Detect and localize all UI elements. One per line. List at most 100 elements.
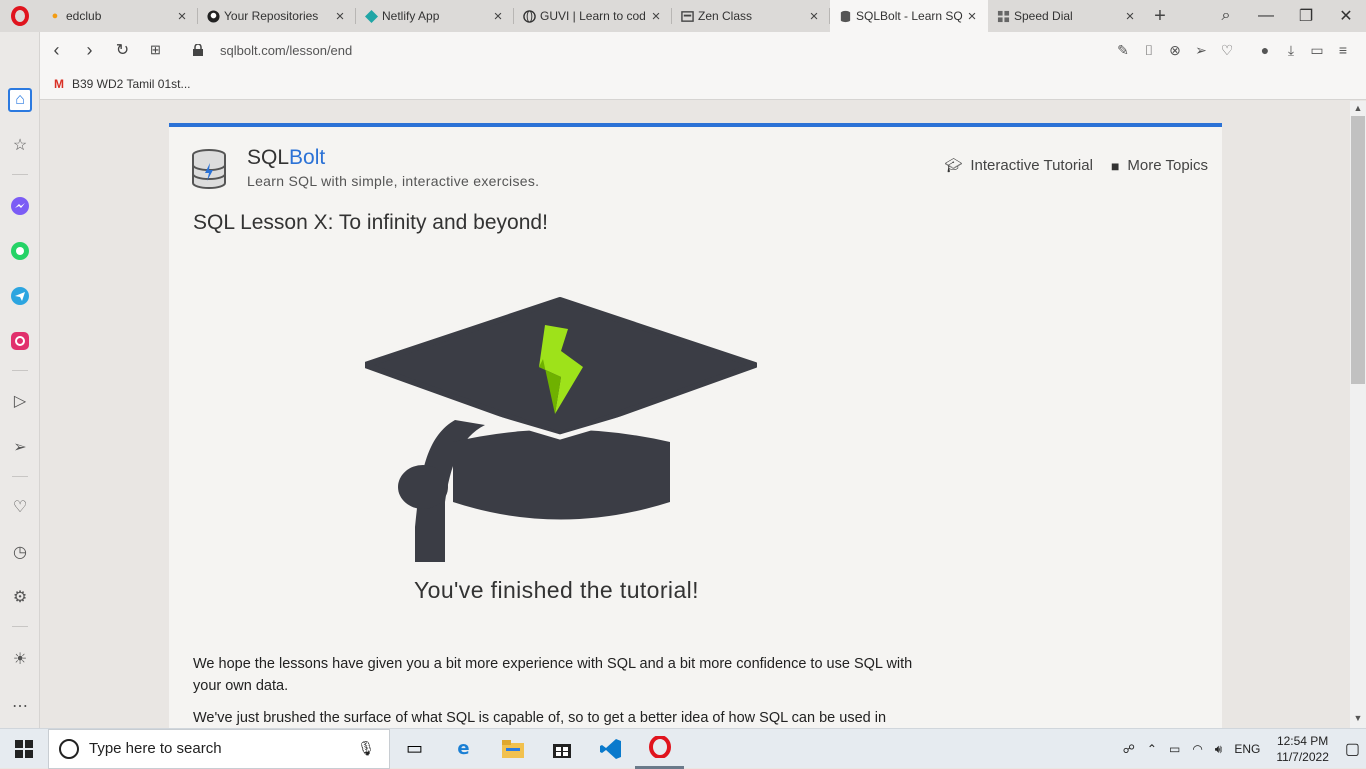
tab-guvi[interactable]: GUVI | Learn to cod × <box>514 0 672 32</box>
tab-title: Speed Dial <box>1014 9 1073 23</box>
whatsapp-icon[interactable] <box>8 239 32 263</box>
clock[interactable]: 12:54 PM 11/7/2022 <box>1276 733 1329 765</box>
microphone-icon[interactable]: 🎙︎ <box>357 740 375 757</box>
page-title: SQL Lesson X: To infinity and beyond! <box>193 211 548 234</box>
windows-taskbar: Type here to search 🎙︎ ▭ e ☍ ⌃ ▭ ◠ 🔊︎ EN… <box>0 728 1366 769</box>
close-tab-icon[interactable]: × <box>174 8 190 25</box>
bookmark-item[interactable]: B39 WD2 Tamil 01st... <box>72 77 191 91</box>
more-icon[interactable]: ⋯ <box>8 694 32 718</box>
taskbar-search-field[interactable]: Type here to search 🎙︎ <box>48 728 390 769</box>
graduation-cap-illustration <box>365 297 757 562</box>
edclub-icon: ● <box>51 10 59 22</box>
tab-edclub[interactable]: ● edclub × <box>40 0 198 32</box>
scroll-down-arrow[interactable]: ▼ <box>1350 713 1366 727</box>
paragraph: We hope the lessons have given you a bit… <box>193 656 913 694</box>
language-indicator[interactable]: ENG <box>1234 742 1260 756</box>
close-tab-icon[interactable]: × <box>806 8 822 25</box>
paragraph: We've just brushed the surface of what S… <box>193 710 887 726</box>
lesson-card: SQLBolt Learn SQL with simple, interacti… <box>169 123 1222 728</box>
opera-taskbar-icon[interactable] <box>635 729 684 769</box>
star-icon[interactable]: ☆ <box>8 133 32 157</box>
site-tagline: Learn SQL with simple, interactive exerc… <box>247 173 540 189</box>
system-tray: ☍ ⌃ ▭ ◠ 🔊︎ ENG 12:54 PM 11/7/2022 ▢ <box>1117 729 1366 769</box>
send-icon[interactable]: ➢ <box>8 435 32 459</box>
heart-icon[interactable]: ♡ <box>1214 42 1240 59</box>
netlify-icon <box>364 9 378 23</box>
forward-button[interactable]: › <box>73 40 106 61</box>
profile-icon[interactable]: ● <box>1252 42 1278 58</box>
url-field[interactable]: sqlbolt.com/lesson/end <box>192 43 1110 58</box>
tab-netlify[interactable]: Netlify App × <box>356 0 514 32</box>
address-bar-actions: ✎ ⌷ ⊗ ➢ ♡ ● ⤓ ▭ ≡ <box>1110 42 1356 59</box>
page-scrollbar[interactable]: ▲ ▼ <box>1350 101 1366 728</box>
close-tab-icon[interactable]: × <box>964 8 980 25</box>
show-hidden-icons[interactable]: ⌃ <box>1147 742 1157 756</box>
tab-speed-dial[interactable]: Speed Dial × <box>988 0 1146 32</box>
bookmarks-bar: M B39 WD2 Tamil 01st... <box>40 68 1366 100</box>
tab-title: edclub <box>66 9 102 23</box>
close-tab-icon[interactable]: × <box>332 8 348 25</box>
opera-menu-icon[interactable] <box>0 0 40 32</box>
tabs-grid-icon[interactable]: ⊞ <box>139 42 172 58</box>
send-icon[interactable]: ➢ <box>1188 42 1214 59</box>
download-icon[interactable]: ⤓ <box>1278 42 1304 59</box>
tab-title: GUVI | Learn to cod <box>540 9 646 23</box>
tab-title: Netlify App <box>382 9 440 23</box>
site-brand[interactable]: SQLBolt <box>247 146 325 170</box>
tab-your-repositories[interactable]: Your Repositories × <box>198 0 356 32</box>
easy-setup-icon[interactable]: ≡ <box>1330 42 1356 58</box>
search-tabs-icon[interactable]: ⌕ <box>1206 7 1246 25</box>
tab-zen-class[interactable]: Zen Class × <box>672 0 830 32</box>
battery-icon[interactable]: ▭ <box>1169 742 1180 756</box>
vscode-icon[interactable] <box>586 729 635 769</box>
messenger-icon[interactable] <box>8 194 32 218</box>
nav-more-topics[interactable]: ■ More Topics <box>1111 157 1208 174</box>
tab-sqlbolt[interactable]: SQLBolt - Learn SQ × <box>830 0 988 32</box>
scroll-up-arrow[interactable]: ▲ <box>1350 103 1366 117</box>
volume-icon[interactable]: 🔊︎ <box>1215 742 1223 757</box>
tab-title: Your Repositories <box>224 9 319 23</box>
home-icon[interactable]: ⌂ <box>8 88 32 112</box>
telegram-icon[interactable] <box>8 284 32 308</box>
close-tab-icon[interactable]: × <box>1122 8 1138 25</box>
instagram-icon[interactable] <box>8 329 32 353</box>
history-icon[interactable]: ◷ <box>8 540 32 564</box>
search-placeholder: Type here to search <box>89 740 222 757</box>
reload-button[interactable]: ↻ <box>106 40 139 60</box>
close-window-button[interactable]: ✕ <box>1326 6 1366 26</box>
notifications-icon[interactable]: ▢ <box>1345 739 1360 759</box>
back-button[interactable]: ‹ <box>40 40 73 61</box>
github-icon <box>206 9 220 23</box>
scrollbar-thumb[interactable] <box>1351 116 1365 384</box>
file-explorer-icon[interactable] <box>488 729 537 769</box>
url-text: sqlbolt.com/lesson/end <box>220 42 353 58</box>
battery-icon[interactable]: ▭ <box>1304 42 1330 59</box>
wifi-icon[interactable]: ◠ <box>1192 742 1202 756</box>
finished-message: You've finished the tutorial! <box>414 577 699 603</box>
task-view-icon[interactable]: ▭ <box>390 729 439 769</box>
settings-icon[interactable]: ⚙ <box>8 585 32 609</box>
adblock-icon[interactable]: ⊗ <box>1162 42 1188 59</box>
store-icon[interactable] <box>537 729 586 769</box>
page-viewport: SQLBolt Learn SQL with simple, interacti… <box>41 101 1350 728</box>
people-icon[interactable]: ☍ <box>1123 742 1135 756</box>
close-tab-icon[interactable]: × <box>490 8 506 25</box>
camera-icon[interactable]: ⌷ <box>1136 42 1162 59</box>
address-bar: ‹ › ↻ ⊞ sqlbolt.com/lesson/end ✎ ⌷ ⊗ ➢ ♡… <box>40 32 1366 68</box>
nav-interactive-tutorial[interactable]: 🎓︎ Interactive Tutorial <box>945 157 1093 174</box>
new-tab-button[interactable]: + <box>1146 5 1174 28</box>
edge-icon[interactable]: e <box>439 729 488 769</box>
lightbulb-icon[interactable]: ☀ <box>8 647 32 671</box>
restore-button[interactable]: ❐ <box>1286 6 1326 26</box>
close-tab-icon[interactable]: × <box>648 8 664 25</box>
gmail-icon: M <box>54 76 64 91</box>
edit-icon[interactable]: ✎ <box>1110 42 1136 59</box>
tab-title: SQLBolt - Learn SQ <box>856 9 963 23</box>
player-icon[interactable]: ▷ <box>8 389 32 413</box>
globe-icon <box>522 9 536 23</box>
sqlbolt-logo-icon[interactable] <box>191 149 227 189</box>
heart-icon[interactable]: ♡ <box>8 495 32 519</box>
minimize-button[interactable]: — <box>1246 7 1286 25</box>
windows-start-icon[interactable] <box>0 739 48 758</box>
tab-title: Zen Class <box>698 9 753 23</box>
